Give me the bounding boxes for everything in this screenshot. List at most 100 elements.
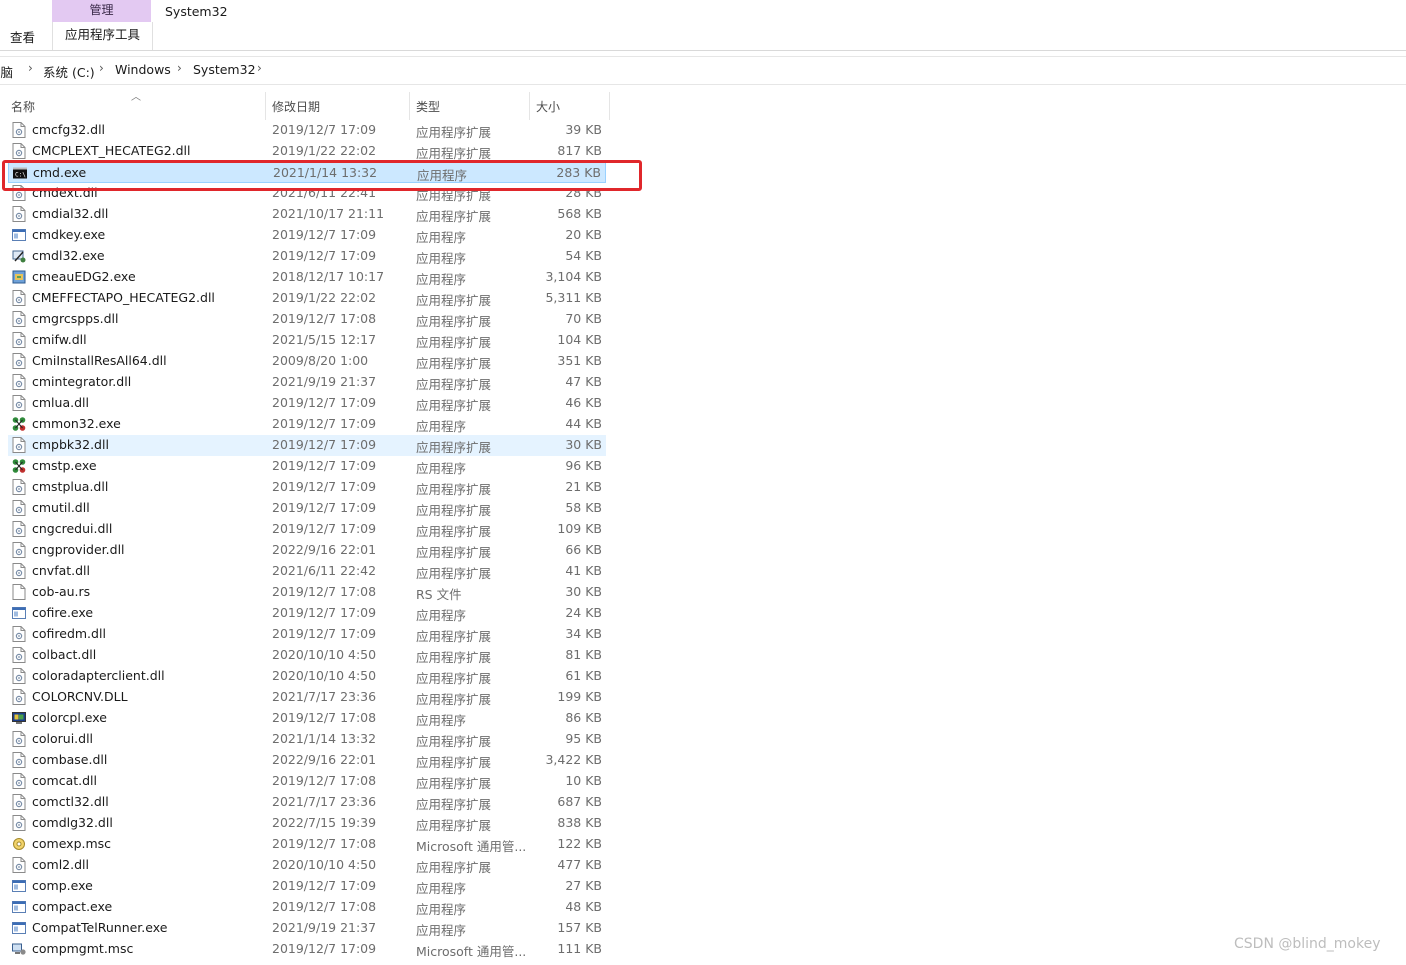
file-type: 应用程序扩展 bbox=[416, 734, 492, 749]
column-header-type[interactable]: 类型 bbox=[416, 98, 440, 115]
file-row[interactable]: cngprovider.dll 2022/9/16 22:01 应用程序扩展 66 K… bbox=[8, 540, 606, 561]
file-modified-date: 2019/12/7 17:09 bbox=[272, 605, 377, 620]
file-row[interactable]: cmlua.dll 2019/12/7 17:09 应用程序扩展 46 KB bbox=[8, 393, 606, 414]
file-size: 10 KB bbox=[565, 773, 602, 788]
file-row[interactable]: cmutil.dll 2019/12/7 17:09 应用程序扩展 58 KB bbox=[8, 498, 606, 519]
file-row[interactable]: CMEFFECTAPO_HECATEG2.dll 2019/1/22 22:02 应… bbox=[8, 288, 606, 309]
file-type: 应用程序扩展 bbox=[416, 125, 492, 140]
file-row[interactable]: COLORCNV.DLL 2021/7/17 23:36 应用程序扩展 199 KB bbox=[8, 687, 606, 708]
file-row[interactable]: cmdial32.dll 2021/10/17 21:11 应用程序扩展 568 KB bbox=[8, 204, 606, 225]
installer-icon bbox=[12, 269, 26, 285]
file-row[interactable]: cmdkey.exe 2019/12/7 17:09 应用程序 20 KB bbox=[8, 225, 606, 246]
file-name: cmdl32.exe bbox=[32, 248, 105, 263]
file-row[interactable]: cnvfat.dll 2021/6/11 22:42 应用程序扩展 41 KB bbox=[8, 561, 606, 582]
file-modified-date: 2021/7/17 23:36 bbox=[272, 689, 377, 704]
file-name: cmstplua.dll bbox=[32, 479, 109, 494]
file-row[interactable]: comp.exe 2019/12/7 17:09 应用程序 27 KB bbox=[8, 876, 606, 897]
file-size: 20 KB bbox=[565, 227, 602, 242]
file-type: 应用程序扩展 bbox=[416, 356, 492, 371]
file-name: cngprovider.dll bbox=[32, 542, 125, 557]
column-header-date[interactable]: 修改日期 bbox=[272, 98, 320, 115]
dll-icon bbox=[12, 815, 26, 831]
exe-icon bbox=[12, 899, 26, 915]
file-row[interactable]: colorcpl.exe 2019/12/7 17:08 应用程序 86 KB bbox=[8, 708, 606, 729]
file-row[interactable]: compact.exe 2019/12/7 17:08 应用程序 48 KB bbox=[8, 897, 606, 918]
file-row[interactable]: cofire.exe 2019/12/7 17:09 应用程序 24 KB bbox=[8, 603, 606, 624]
file-row[interactable]: colorui.dll 2021/1/14 13:32 应用程序扩展 95 KB bbox=[8, 729, 606, 750]
file-row[interactable]: cmintegrator.dll 2021/9/19 21:37 应用程序扩展 47 … bbox=[8, 372, 606, 393]
file-name: compmgmt.msc bbox=[32, 941, 134, 956]
breadcrumb-windows[interactable]: Windows bbox=[115, 62, 171, 77]
file-icon bbox=[12, 584, 26, 600]
file-size: 687 KB bbox=[557, 794, 602, 809]
breadcrumb-drive[interactable]: 系统 (C:) bbox=[43, 62, 95, 81]
file-row[interactable]: CMCPLEXT_HECATEG2.dll 2019/1/22 22:02 应用程序… bbox=[8, 141, 606, 162]
chevron-right-icon[interactable]: › bbox=[99, 61, 104, 75]
file-size: 34 KB bbox=[565, 626, 602, 641]
file-size: 157 KB bbox=[557, 920, 602, 935]
file-name: CompatTelRunner.exe bbox=[32, 920, 168, 935]
file-row[interactable]: cmdl32.exe 2019/12/7 17:09 应用程序 54 KB bbox=[8, 246, 606, 267]
file-modified-date: 2022/7/15 19:39 bbox=[272, 815, 377, 830]
exe-icon bbox=[12, 605, 26, 621]
file-row[interactable]: coloradapterclient.dll 2020/10/10 4:50 应用程… bbox=[8, 666, 606, 687]
chevron-right-icon[interactable]: › bbox=[257, 61, 262, 75]
manage-tab[interactable]: 管理 bbox=[52, 0, 151, 22]
file-row[interactable]: coml2.dll 2020/10/10 4:50 应用程序扩展 477 KB bbox=[8, 855, 606, 876]
file-row[interactable]: combase.dll 2022/9/16 22:01 应用程序扩展 3,422 KB bbox=[8, 750, 606, 771]
file-size: 66 KB bbox=[565, 542, 602, 557]
file-row[interactable]: comctl32.dll 2021/7/17 23:36 应用程序扩展 687 KB bbox=[8, 792, 606, 813]
file-row[interactable]: comdlg32.dll 2022/7/15 19:39 应用程序扩展 838 KB bbox=[8, 813, 606, 834]
column-divider[interactable] bbox=[409, 92, 410, 120]
column-divider[interactable] bbox=[609, 92, 610, 120]
file-row[interactable]: cofiredm.dll 2019/12/7 17:09 应用程序扩展 34 KB bbox=[8, 624, 606, 645]
ribbon: 管理 System32 查看 应用程序工具 bbox=[0, 0, 1406, 51]
file-modified-date: 2019/12/7 17:08 bbox=[272, 710, 377, 725]
file-modified-date: 2019/12/7 17:09 bbox=[272, 941, 377, 956]
chevron-right-icon[interactable]: › bbox=[28, 61, 33, 75]
file-row[interactable]: cmeauEDG2.exe 2018/12/17 10:17 应用程序 3,104 K… bbox=[8, 267, 606, 288]
dll-icon bbox=[12, 437, 26, 453]
breadcrumb-pc[interactable]: 电脑 bbox=[0, 62, 13, 81]
file-name: cmeauEDG2.exe bbox=[32, 269, 136, 284]
file-row[interactable]: cmstplua.dll 2019/12/7 17:09 应用程序扩展 21 KB bbox=[8, 477, 606, 498]
file-row[interactable]: cmpbk32.dll 2019/12/7 17:09 应用程序扩展 30 KB bbox=[8, 435, 606, 456]
tab-app-tools[interactable]: 应用程序工具 bbox=[52, 22, 153, 50]
file-type: 应用程序 bbox=[416, 713, 467, 728]
file-size: 47 KB bbox=[565, 374, 602, 389]
breadcrumb-system32[interactable]: System32 bbox=[193, 62, 256, 77]
file-row[interactable]: CmiInstallResAll64.dll 2009/8/20 1:00 应用程序… bbox=[8, 351, 606, 372]
column-header-name[interactable]: 名称 bbox=[11, 98, 35, 115]
file-modified-date: 2019/12/7 17:09 bbox=[272, 122, 377, 137]
file-modified-date: 2019/12/7 17:08 bbox=[272, 773, 377, 788]
file-name: cmstp.exe bbox=[32, 458, 97, 473]
address-bar[interactable]: 电脑 › 系统 (C:) › Windows › System32 › bbox=[0, 58, 1406, 85]
file-row[interactable]: compmgmt.msc 2019/12/7 17:09 Microsoft 通用管… bbox=[8, 939, 606, 960]
column-divider[interactable] bbox=[529, 92, 530, 120]
column-divider[interactable] bbox=[265, 92, 266, 120]
file-name: cmgrcspps.dll bbox=[32, 311, 119, 326]
file-row[interactable]: cmifw.dll 2021/5/15 12:17 应用程序扩展 104 KB bbox=[8, 330, 606, 351]
file-row[interactable]: CompatTelRunner.exe 2021/9/19 21:37 应用程序 15… bbox=[8, 918, 606, 939]
chevron-right-icon[interactable]: › bbox=[177, 61, 182, 75]
file-row[interactable]: comcat.dll 2019/12/7 17:08 应用程序扩展 10 KB bbox=[8, 771, 606, 792]
dll-icon bbox=[12, 563, 26, 579]
file-row[interactable]: cmgrcspps.dll 2019/12/7 17:08 应用程序扩展 70 KB bbox=[8, 309, 606, 330]
sort-ascending-icon: ︿ bbox=[131, 92, 141, 103]
file-row[interactable]: colbact.dll 2020/10/10 4:50 应用程序扩展 81 KB bbox=[8, 645, 606, 666]
file-row[interactable]: cmmon32.exe 2019/12/7 17:09 应用程序 44 KB bbox=[8, 414, 606, 435]
file-row[interactable]: comexp.msc 2019/12/7 17:08 Microsoft 通用管..… bbox=[8, 834, 606, 855]
file-row[interactable]: cmstp.exe 2019/12/7 17:09 应用程序 96 KB bbox=[8, 456, 606, 477]
file-type: 应用程序扩展 bbox=[416, 524, 492, 539]
file-row[interactable]: cob-au.rs 2019/12/7 17:08 RS 文件 30 KB bbox=[8, 582, 606, 603]
file-name: colorcpl.exe bbox=[32, 710, 107, 725]
window-title: System32 bbox=[165, 4, 228, 19]
column-header-size[interactable]: 大小 bbox=[536, 98, 560, 115]
file-row[interactable]: cmcfg32.dll 2019/12/7 17:09 应用程序扩展 39 KB bbox=[8, 120, 606, 141]
tab-view[interactable]: 查看 bbox=[10, 27, 35, 46]
file-size: 86 KB bbox=[565, 710, 602, 725]
file-row[interactable]: cngcredui.dll 2019/12/7 17:09 应用程序扩展 109 KB bbox=[8, 519, 606, 540]
file-type: 应用程序扩展 bbox=[416, 440, 492, 455]
file-size: 81 KB bbox=[565, 647, 602, 662]
file-modified-date: 2022/9/16 22:01 bbox=[272, 542, 377, 557]
